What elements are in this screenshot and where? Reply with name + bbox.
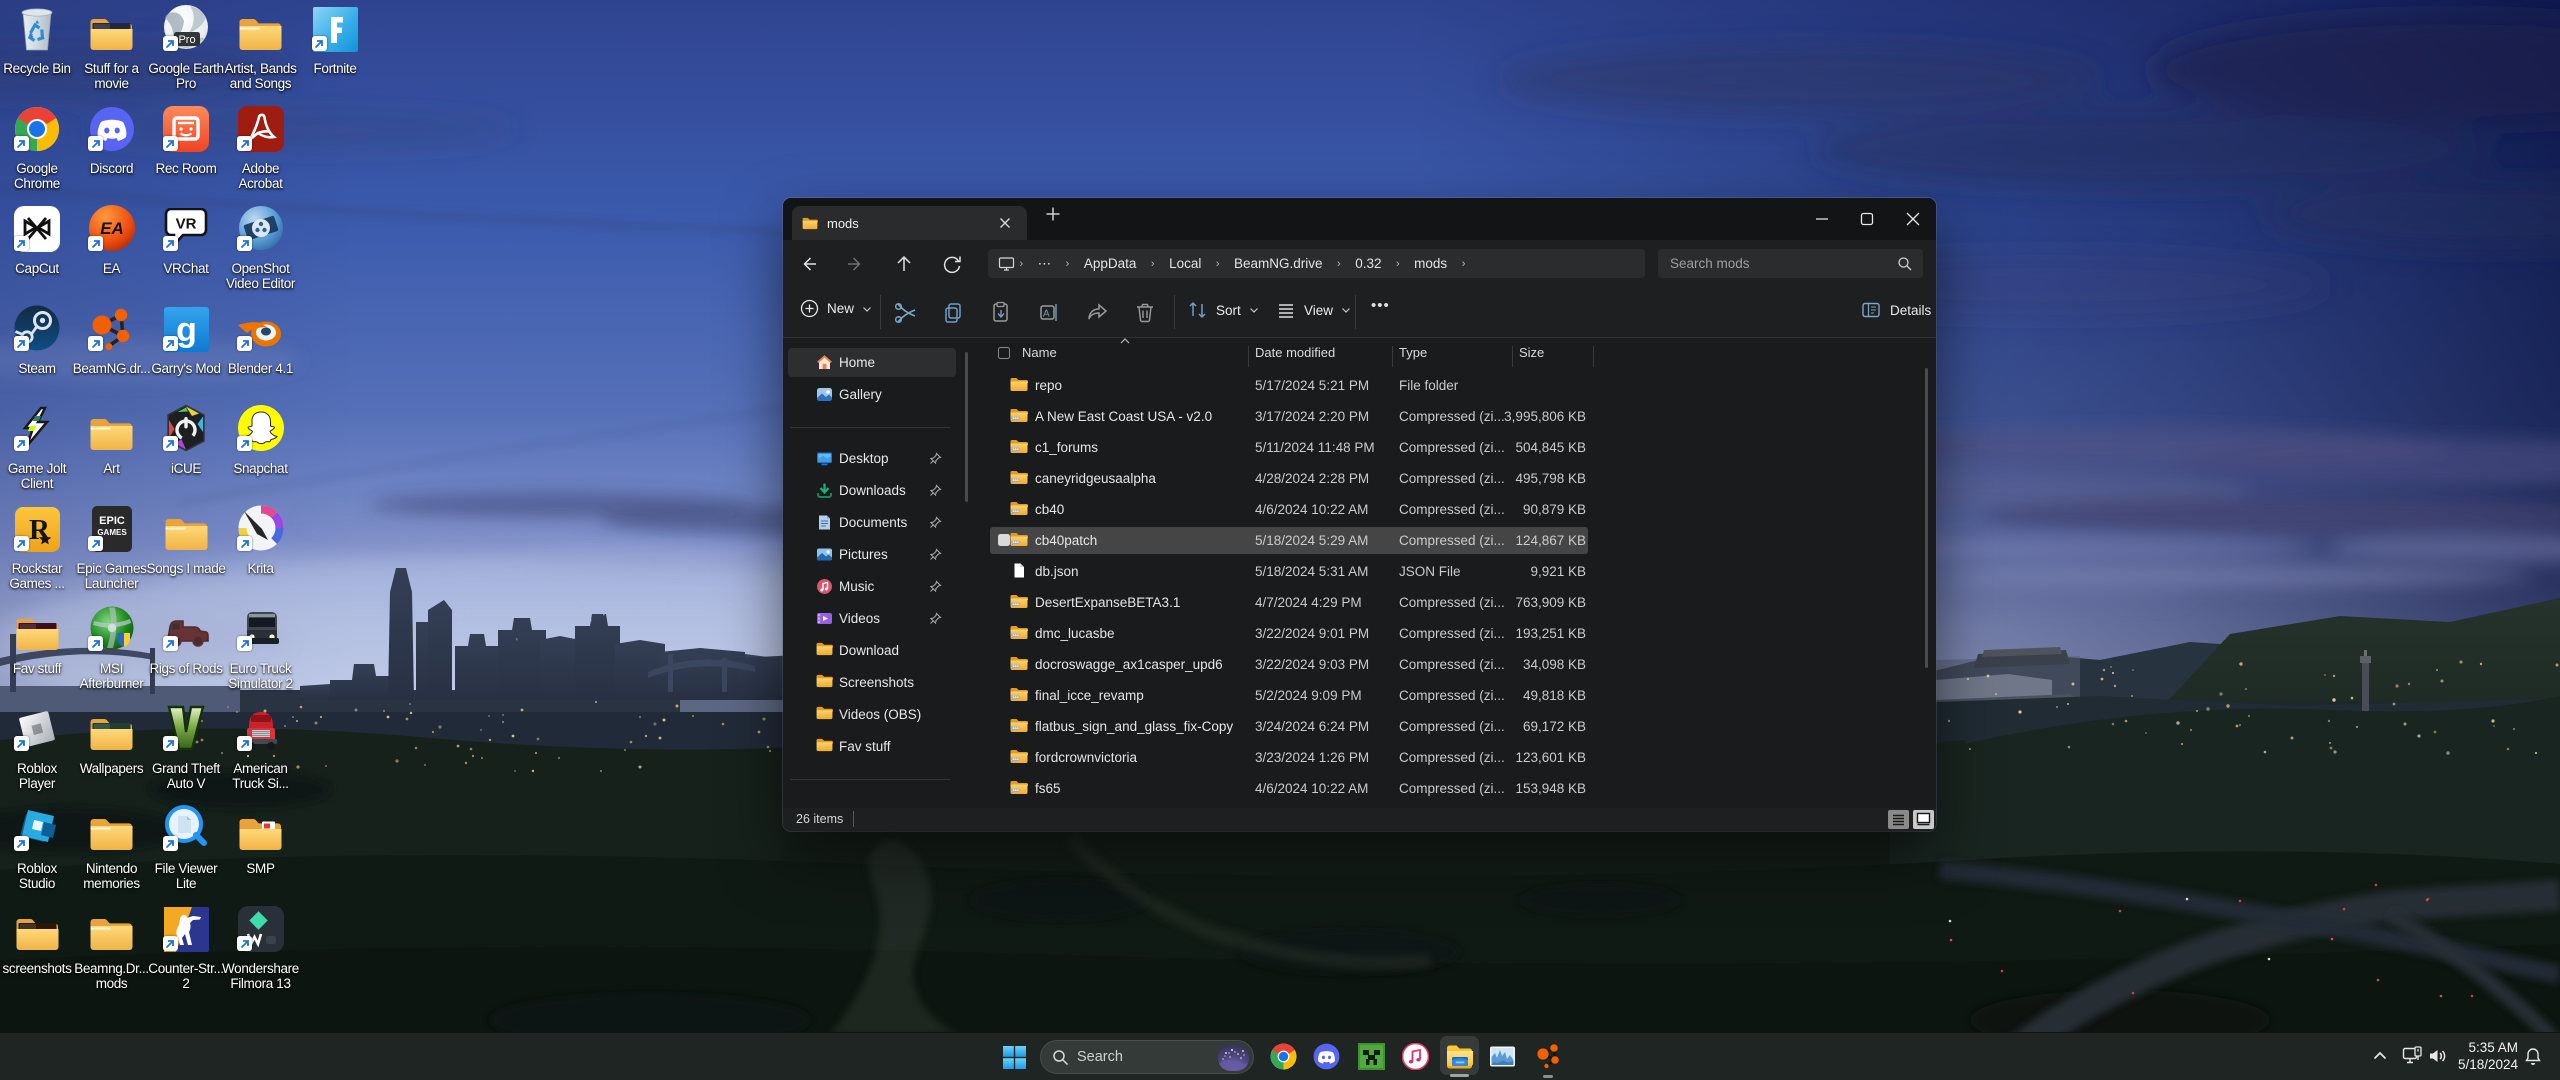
svg-text:EA: EA — [100, 219, 124, 238]
svg-text:g: g — [176, 311, 197, 349]
svg-text:A: A — [1043, 309, 1050, 320]
svg-text:VR: VR — [176, 216, 197, 233]
svg-text:Pro: Pro — [178, 34, 195, 46]
svg-text:EPIC: EPIC — [99, 515, 125, 527]
